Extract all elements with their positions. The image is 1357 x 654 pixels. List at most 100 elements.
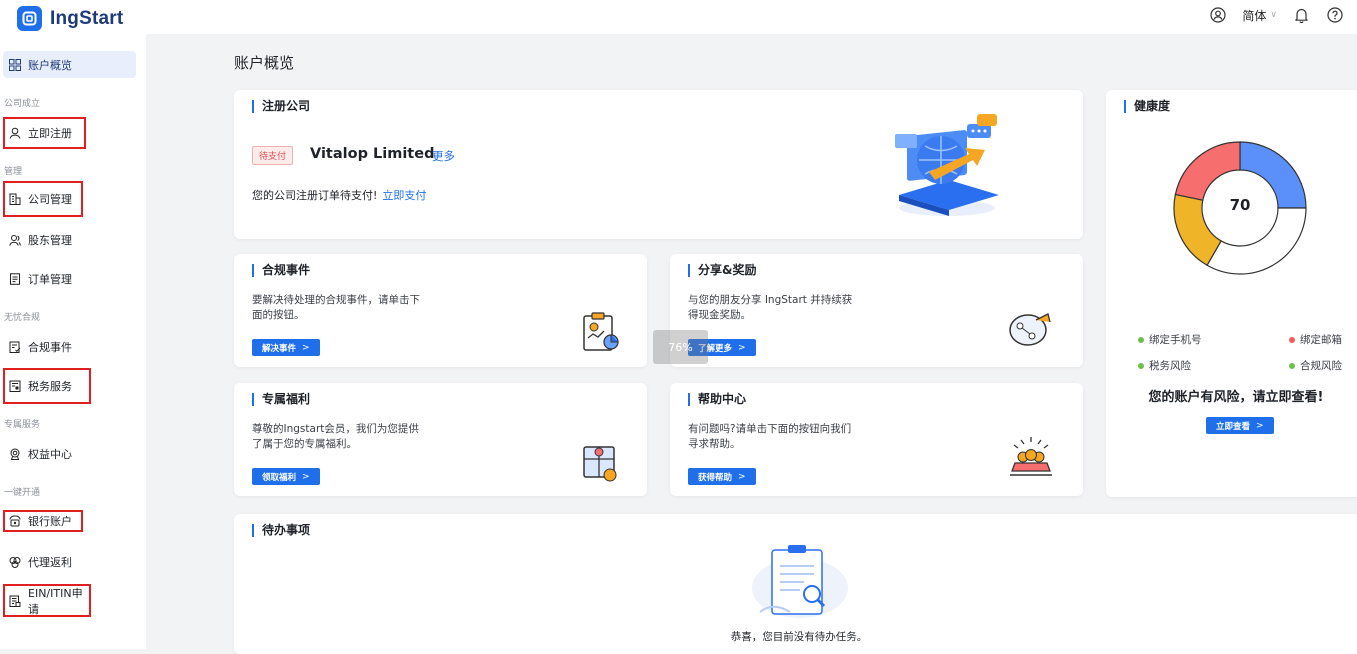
sidebar-item-label: 银行账户 (28, 515, 72, 528)
checklist-icon (9, 341, 21, 353)
sidebar-item-label: 代理返利 (28, 556, 72, 569)
bank-card-icon (9, 515, 21, 527)
card-description: 寻求帮助。 (688, 438, 741, 450)
sidebar-item-label: 账户概览 (28, 58, 72, 72)
card-description: 要解决待处理的合规事件，请单击下 (252, 294, 420, 306)
card-title: 待办事项 (252, 524, 310, 537)
chevron-right-icon: > (302, 342, 310, 353)
card-description: 有问题吗?请单击下面的按钮向我们 (688, 423, 852, 435)
sidebar-item-register[interactable]: 立即注册 (3, 117, 86, 149)
building-icon (9, 193, 21, 205)
section-label: 无忧合规 (4, 313, 41, 323)
legend-label: 合规风险 (1300, 360, 1342, 372)
section-label: 一键开通 (4, 488, 41, 498)
claim-benefits-button[interactable]: 领取福利 > (252, 468, 320, 485)
account-icon[interactable] (1208, 5, 1228, 25)
sidebar-item-label: 权益中心 (28, 448, 72, 461)
tax-icon (9, 380, 21, 392)
empty-clipboard-illustration (752, 545, 848, 618)
sidebar-item-ein-itin[interactable]: EIN/ITIN申请 (3, 584, 91, 617)
section-label: 专属服务 (4, 420, 41, 430)
help-center-card: 帮助中心 有问题吗?请单击下面的按钮向我们 寻求帮助。 获得帮助 > (670, 383, 1083, 496)
card-description: 得现金奖励。 (688, 309, 751, 321)
button-label: 解决事件 (262, 343, 297, 354)
chevron-right-icon: > (302, 471, 310, 482)
status-dot (1138, 362, 1144, 369)
sidebar-item-label: 立即注册 (28, 127, 72, 140)
registration-message: 您的公司注册订单待支付! 立即支付 (252, 187, 426, 203)
button-label: 领取福利 (262, 472, 297, 483)
status-dot (1138, 336, 1144, 343)
language-selector[interactable]: 简体 ∨ (1242, 7, 1277, 24)
application-icon (9, 595, 21, 607)
todo-card: 待办事项 恭喜，您目前没有待办任务。 (234, 514, 1357, 654)
top-bar: IngStart 简体 ∨ (0, 0, 1357, 34)
donut-slice (1206, 207, 1307, 275)
status-badge: 待支付 (252, 146, 294, 165)
sidebar-item-label: 订单管理 (28, 273, 72, 286)
button-label: 立即查看 (1216, 421, 1251, 432)
sidebar-item-label: 股东管理 (28, 234, 72, 247)
resolve-events-button[interactable]: 解决事件 > (252, 339, 320, 356)
compliance-card: 合规事件 要解决待处理的合规事件，请单击下 面的按钮。 解决事件 > (234, 254, 647, 367)
legend-item: 绑定邮箱 (1289, 332, 1342, 347)
sidebar-item-overview[interactable]: 账户概览 (3, 51, 136, 78)
card-description: 尊敬的Ingstart会员，我们为您提供 (252, 423, 419, 435)
view-now-button[interactable]: 立即查看 > (1206, 417, 1274, 434)
badge-icon (10, 448, 20, 460)
button-label: 获得帮助 (698, 472, 733, 483)
get-help-button[interactable]: 获得帮助 > (688, 468, 756, 485)
risk-warning: 您的账户有风险，请立即查看! (1148, 390, 1324, 405)
app-name: IngStart (50, 7, 124, 29)
pay-now-link[interactable]: 立即支付 (382, 189, 426, 202)
sidebar-item-shareholders[interactable]: 股东管理 (3, 225, 72, 255)
card-title: 合规事件 (252, 264, 310, 277)
legend-label: 绑定邮箱 (1300, 334, 1342, 346)
sidebar-item-label: EIN/ITIN申请 (28, 586, 83, 616)
card-title: 专属福利 (252, 393, 310, 406)
share-globe-icon (1009, 313, 1051, 346)
status-dot (1289, 336, 1295, 343)
sidebar-item-label: 公司管理 (28, 193, 72, 206)
health-score: 70 (1229, 196, 1251, 214)
legend-item: 税务风险 (1138, 358, 1191, 373)
bell-icon[interactable] (1291, 5, 1311, 25)
help-icon[interactable] (1325, 5, 1345, 25)
page-title: 账户概览 (234, 54, 295, 72)
section-label: 公司成立 (4, 99, 41, 109)
main-content: 账户概览 注册公司 待支付 Vitalop Limited 更多 您的公司注册订… (146, 34, 1357, 654)
legend-item: 绑定手机号 (1138, 332, 1202, 347)
sidebar-item-orders[interactable]: 订单管理 (3, 264, 72, 294)
section-label: 管理 (4, 167, 23, 177)
zoom-overlay: 76% (653, 330, 708, 364)
clipboard-chart-icon (583, 312, 619, 351)
logo[interactable]: IngStart (17, 6, 123, 31)
sidebar-item-label: 合规事件 (28, 341, 72, 354)
donut-slice (1174, 141, 1241, 201)
sidebar-item-bank-account[interactable]: 银行账户 (3, 510, 83, 532)
chevron-right-icon: > (738, 471, 746, 482)
sidebar-item-company-management[interactable]: 公司管理 (3, 181, 83, 217)
sidebar-item-compliance-events[interactable]: 合规事件 (3, 332, 72, 362)
chevron-right-icon: > (738, 342, 746, 353)
document-icon (10, 273, 20, 285)
pending-payment-text: 您的公司注册订单待支付! (252, 189, 378, 202)
globe-laptop-illustration (895, 114, 999, 216)
more-link[interactable]: 更多 (432, 148, 455, 164)
sidebar-item-agent-rebate[interactable]: 代理返利 (3, 547, 72, 577)
sidebar-item-tax-service[interactable]: 税务服务 (3, 368, 91, 404)
sidebar-item-benefits[interactable]: 权益中心 (3, 439, 72, 469)
legend-label: 税务风险 (1149, 360, 1191, 372)
company-name: Vitalop Limited (310, 146, 435, 162)
legend-label: 绑定手机号 (1149, 334, 1202, 346)
card-description: 与您的朋友分享 IngStart 并持续获 (688, 294, 853, 306)
share-rewards-card: 分享&奖励 与您的朋友分享 IngStart 并持续获 得现金奖励。 了解更多 > (670, 254, 1083, 367)
chevron-right-icon: > (1256, 420, 1264, 431)
gift-icon (583, 446, 617, 482)
empty-state-message: 恭喜，您目前没有待办任务。 (730, 631, 868, 643)
team-help-icon (1010, 437, 1052, 476)
sidebar-item-label: 税务服务 (28, 380, 72, 393)
status-dot (1289, 362, 1295, 369)
legend-item: 合规风险 (1289, 358, 1342, 373)
card-title: 健康度 (1124, 100, 1170, 113)
